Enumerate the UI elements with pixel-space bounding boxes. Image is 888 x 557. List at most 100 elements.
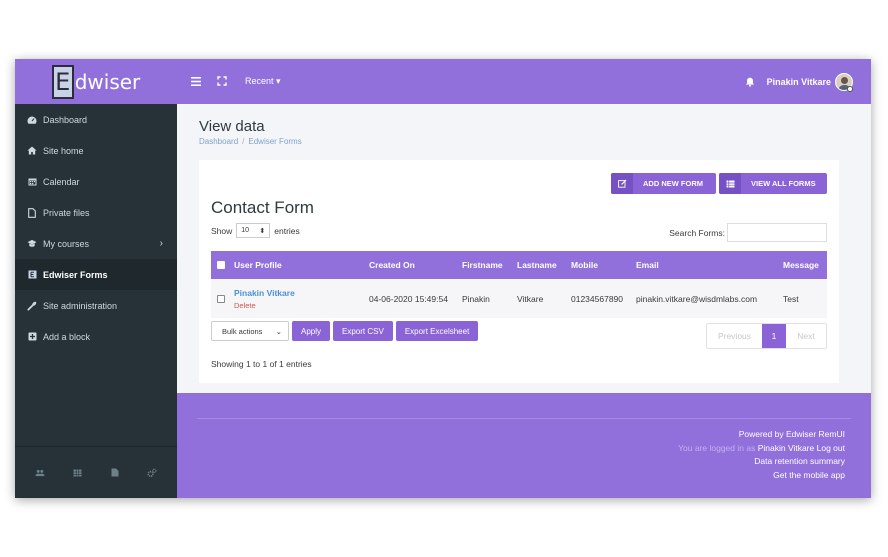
online-status-dot	[847, 86, 853, 92]
header-message[interactable]: Message	[783, 251, 819, 279]
powered-by-link[interactable]: Powered by Edwiser RemUI	[739, 429, 845, 439]
header-email[interactable]: Email	[636, 251, 659, 279]
sidebar-item-site-home[interactable]: Site home	[15, 135, 177, 166]
document-icon[interactable]	[110, 468, 120, 478]
form-data-card: ADD NEW FORM VIEW ALL FORMS Contact Form…	[199, 160, 839, 383]
delete-entry-link[interactable]: Delete	[234, 301, 256, 310]
header-user-profile[interactable]: User Profile	[234, 251, 282, 279]
table-row: Pinakin Vitkare Delete 04-06-2020 15:49:…	[211, 279, 827, 318]
mobile-app-link[interactable]: Get the mobile app	[773, 470, 845, 480]
add-new-form-button[interactable]: ADD NEW FORM	[611, 173, 716, 194]
top-navbar: E dwiser Recent ▾ Pinakin Vitkare	[15, 59, 871, 104]
header-mobile[interactable]: Mobile	[571, 251, 598, 279]
users-icon[interactable]	[35, 468, 45, 478]
form-title: Contact Form	[211, 198, 314, 217]
sidebar-item-calendar[interactable]: Calendar	[15, 166, 177, 197]
entries-table: User Profile Created On Firstname Lastna…	[211, 251, 827, 318]
row-checkbox[interactable]	[217, 279, 225, 318]
pagination-page-1[interactable]: 1	[762, 324, 786, 348]
email-cell: pinakin.vitkare@wisdmlabs.com	[636, 293, 758, 304]
checkbox-box	[217, 261, 225, 269]
sidebar-item-label: Add a block	[43, 331, 91, 342]
login-info: You are logged in as Pinakin Vitkare Log…	[678, 443, 845, 453]
breadcrumb: Dashboard / Edwiser Forms	[199, 137, 302, 146]
header-firstname[interactable]: Firstname	[462, 251, 503, 279]
page-title: View data	[199, 118, 265, 135]
select-arrows-icon: ⬍	[259, 227, 266, 235]
export-csv-button[interactable]: Export CSV	[333, 321, 393, 341]
sidebar-item-label: My courses	[43, 238, 90, 249]
sidebar-item-site-administration[interactable]: Site administration	[15, 290, 177, 321]
hamburger-menu-icon[interactable]	[189, 75, 203, 89]
apply-button[interactable]: Apply	[292, 321, 331, 341]
wrench-icon	[27, 301, 37, 311]
table-header-row: User Profile Created On Firstname Lastna…	[211, 251, 827, 279]
bulk-actions-bar: Bulk actions ⌄ Apply Export CSV Export E…	[211, 321, 479, 341]
list-icon	[719, 173, 741, 194]
home-icon	[27, 146, 37, 156]
breadcrumb-edwiser-forms[interactable]: Edwiser Forms	[248, 137, 301, 146]
entries-per-page-select[interactable]: 10 ⬍	[236, 223, 271, 238]
sidebar-footer-toolbar	[15, 446, 177, 498]
caret-down-icon: ▾	[276, 76, 281, 86]
sidebar-item-private-files[interactable]: Private files	[15, 197, 177, 228]
dashboard-icon	[27, 115, 37, 125]
bulk-actions-select[interactable]: Bulk actions ⌄	[211, 321, 289, 341]
main-content: View data Dashboard / Edwiser Forms ADD NE…	[177, 104, 871, 393]
footer-user-link[interactable]: Pinakin Vitkare	[758, 443, 815, 453]
add-new-form-label: ADD NEW FORM	[643, 179, 703, 188]
user-profile-link[interactable]: Pinakin Vitkare	[234, 288, 295, 298]
bell-icon[interactable]	[745, 77, 755, 87]
footer-divider	[197, 418, 851, 419]
export-excelsheet-button[interactable]: Export Excelsheet	[395, 321, 479, 341]
user-profile-cell: Pinakin Vitkare Delete	[234, 279, 295, 318]
file-icon	[27, 207, 37, 218]
header-created-on[interactable]: Created On	[369, 251, 415, 279]
data-retention-link[interactable]: Data retention summary	[754, 456, 845, 466]
settings-cogs-icon[interactable]	[147, 468, 157, 478]
avatar-head	[841, 76, 848, 84]
search-control: Search Forms:	[669, 223, 827, 242]
lastname-cell: Vitkare	[517, 293, 544, 304]
sidebar-item-label: Site administration	[43, 300, 118, 311]
sidebar-item-label: Private files	[43, 207, 90, 218]
created-on-cell: 04-06-2020 15:49:54	[369, 293, 448, 304]
logout-link[interactable]: Log out	[817, 443, 845, 453]
sidebar-item-my-courses[interactable]: My courses ›	[15, 228, 177, 259]
recent-dropdown[interactable]: Recent ▾	[245, 76, 281, 87]
app-window: E dwiser Recent ▾ Pinakin Vitkare Dashbo…	[15, 59, 871, 498]
graduation-cap-icon	[27, 239, 37, 249]
entries-length-control: Show 10 ⬍ entries	[211, 223, 300, 238]
pagination-previous[interactable]: Previous	[707, 324, 762, 348]
sidebar-item-edwiser-forms[interactable]: Edwiser Forms	[15, 259, 177, 290]
entries-per-page-value: 10	[241, 227, 250, 234]
chevron-down-icon: ⌄	[275, 326, 282, 336]
header-lastname[interactable]: Lastname	[517, 251, 557, 279]
logged-in-as-label: You are logged in as	[678, 443, 756, 453]
message-cell: Test	[783, 293, 799, 304]
breadcrumb-dashboard[interactable]: Dashboard	[199, 137, 238, 146]
plus-square-icon	[27, 332, 37, 342]
breadcrumb-separator: /	[242, 137, 245, 146]
sidebar-item-add-a-block[interactable]: Add a block	[15, 321, 177, 352]
entries-label: entries	[274, 225, 300, 236]
user-name[interactable]: Pinakin Vitkare	[767, 77, 831, 87]
select-all-checkbox[interactable]	[217, 251, 225, 279]
pagination: Previous 1 Next	[706, 323, 827, 349]
brand-name: dwiser	[74, 69, 141, 94]
fullscreen-icon[interactable]	[215, 75, 229, 89]
brand-logo[interactable]: E dwiser	[15, 59, 177, 104]
table-info: Showing 1 to 1 of 1 entries	[211, 359, 312, 369]
show-label: Show	[211, 225, 233, 236]
table-icon[interactable]	[72, 468, 82, 478]
pagination-next[interactable]: Next	[786, 324, 826, 348]
user-area: Pinakin Vitkare	[745, 72, 853, 91]
search-forms-input[interactable]	[727, 223, 827, 242]
sidebar-item-label: Site home	[43, 145, 84, 156]
sidebar-item-dashboard[interactable]: Dashboard	[15, 104, 177, 135]
sidebar-item-label: Calendar	[43, 176, 80, 187]
edwiser-icon	[27, 270, 37, 280]
bulk-actions-value: Bulk actions	[222, 326, 263, 336]
chevron-right-icon: ›	[159, 238, 163, 249]
view-all-forms-button[interactable]: VIEW ALL FORMS	[719, 173, 827, 194]
